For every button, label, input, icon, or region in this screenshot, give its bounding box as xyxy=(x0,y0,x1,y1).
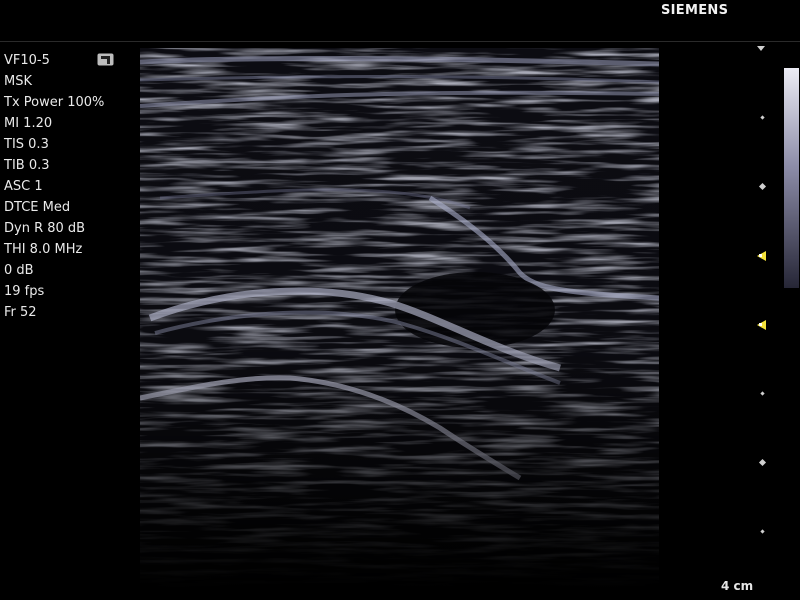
depth-tick-icon xyxy=(760,391,765,396)
param-dynamic-range: Dyn R 80 dB xyxy=(4,221,86,236)
depth-tick-icon xyxy=(760,529,765,534)
header-divider xyxy=(0,41,800,42)
probe-orientation-icon xyxy=(97,51,114,66)
param-frame-rate: 19 fps xyxy=(4,284,45,299)
param-dtce: DTCE Med xyxy=(4,200,71,215)
param-gain: 0 dB xyxy=(4,263,34,278)
param-mi: MI 1.20 xyxy=(4,116,53,131)
depth-tick-icon xyxy=(760,115,765,120)
param-preset: MSK xyxy=(4,74,32,89)
param-tib: TIB 0.3 xyxy=(4,158,50,173)
param-frame-number: Fr 52 xyxy=(4,305,37,320)
depth-tick-icon xyxy=(758,458,767,467)
param-transducer: VF10-5 xyxy=(4,53,50,68)
brand-logo: SIEMENS xyxy=(661,3,729,18)
param-tis: TIS 0.3 xyxy=(4,137,49,152)
focal-zone-dot-icon xyxy=(759,323,762,326)
param-thi: THI 8.0 MHz xyxy=(4,242,83,257)
b-mode-scan xyxy=(140,48,659,588)
param-asc: ASC 1 xyxy=(4,179,43,194)
depth-label: 4 cm xyxy=(721,579,754,593)
focal-zone-dot-icon xyxy=(759,254,762,257)
ultrasound-image[interactable] xyxy=(140,48,659,588)
param-tx-power: Tx Power 100% xyxy=(4,95,105,110)
grayscale-bar xyxy=(784,68,799,288)
depth-tick-icon xyxy=(758,182,767,191)
depth-top-marker-icon xyxy=(757,46,765,51)
acquisition-parameters-list: VF10-5 MSK Tx Power 100% MI 1.20 TIS 0.3… xyxy=(4,50,104,323)
